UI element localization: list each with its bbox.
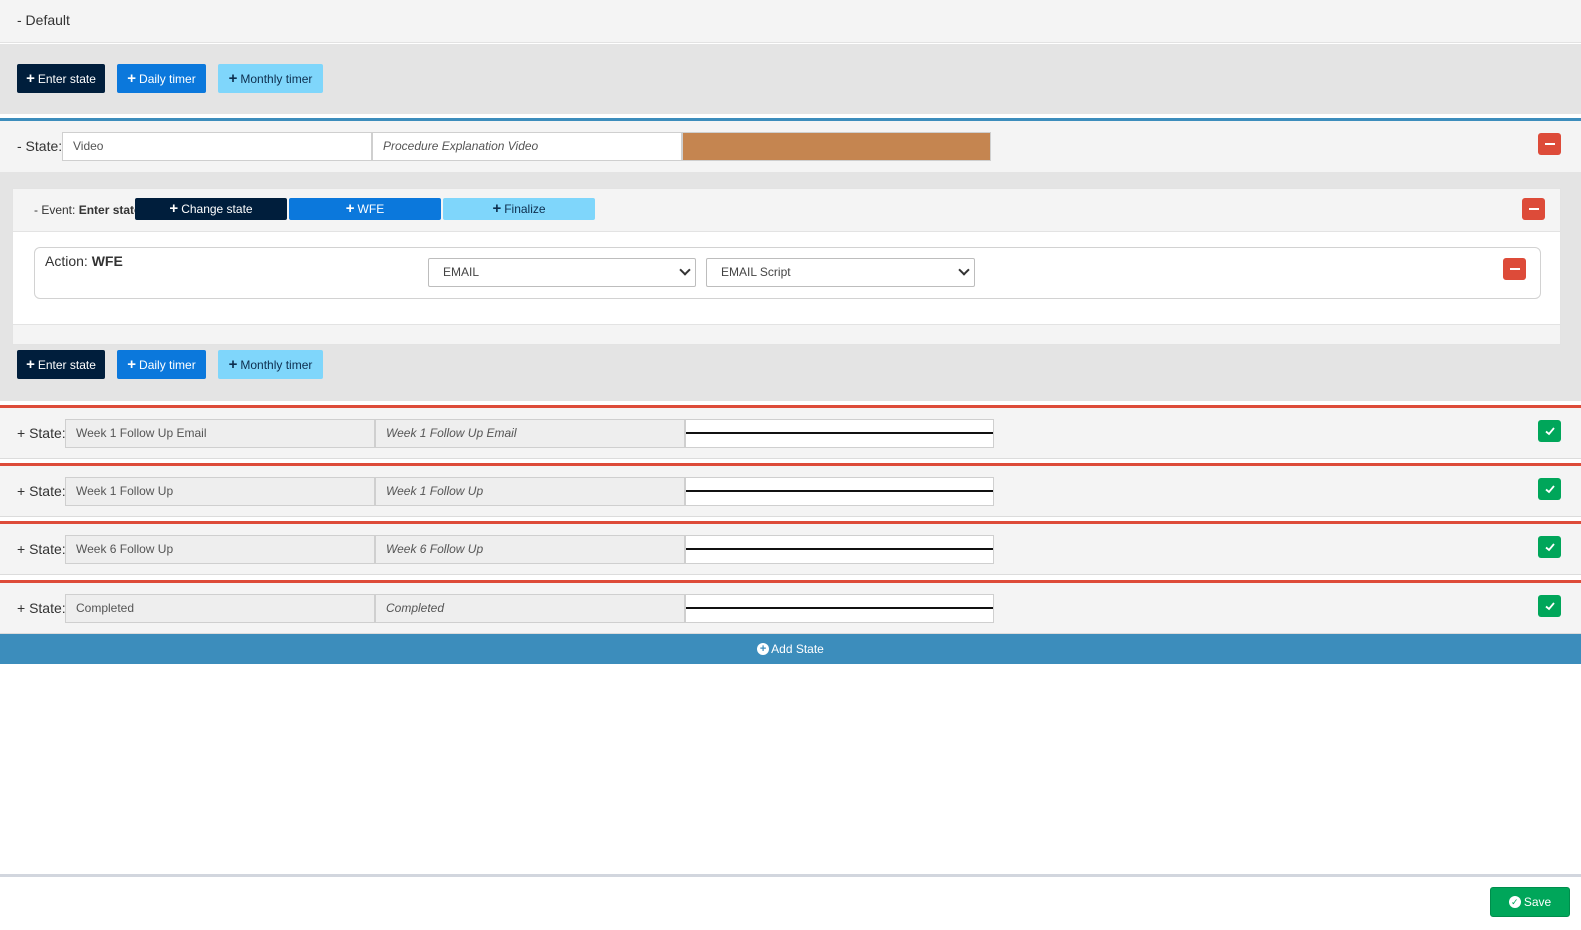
channel-select[interactable]: EMAIL (428, 258, 696, 287)
state-name-input[interactable]: Week 1 Follow Up Email (65, 419, 375, 448)
minus-icon (1509, 268, 1520, 271)
footer-divider (0, 874, 1581, 877)
plus-icon: + (169, 200, 179, 217)
chevron-down-icon (679, 264, 691, 276)
state-description-input[interactable]: Week 1 Follow Up Email (375, 419, 685, 448)
confirm-state-button[interactable] (1538, 536, 1561, 558)
state-row-video: - State: Video Procedure Explanation Vid… (0, 118, 1581, 172)
event-header: - Event: Enter state + Change state + WFE … (13, 189, 1560, 232)
state-row-week1: + State: Week 1 Follow Up Week 1 Follow … (0, 463, 1581, 517)
state-monthly-timer-button[interactable]: + Monthly timer (218, 350, 323, 379)
state-toggle[interactable]: + State: (17, 425, 66, 441)
state-color-picker[interactable] (685, 419, 994, 448)
default-section-header[interactable]: - Default (0, 0, 1581, 43)
confirm-state-button[interactable] (1538, 595, 1561, 617)
event-toggle[interactable]: - Event: Enter state (34, 203, 141, 217)
event-panel: - Event: Enter state + Change state + WFE … (12, 188, 1561, 345)
plus-circle-icon: + (757, 642, 770, 655)
state-daily-timer-button[interactable]: + Daily timer (117, 350, 206, 379)
add-state-button[interactable]: + Add State (0, 634, 1581, 664)
default-trigger-bar: + Enter state + Daily timer + Monthly timer (0, 44, 1581, 114)
state-description-input[interactable]: Week 6 Follow Up (375, 535, 685, 564)
confirm-state-button[interactable] (1538, 478, 1561, 500)
default-enter-state-button[interactable]: + Enter state (17, 64, 105, 93)
plus-icon: + (345, 200, 355, 217)
state-color-picker[interactable] (685, 477, 994, 506)
check-icon (1544, 543, 1555, 552)
action-label: Action: WFE (45, 253, 123, 269)
state-toggle[interactable]: + State: (17, 600, 66, 616)
finalize-button[interactable]: + Finalize (443, 198, 595, 220)
minus-icon (1544, 143, 1555, 146)
event-name: Enter state (78, 203, 141, 217)
state-name-input[interactable]: Video (62, 132, 372, 161)
state-row-completed: + State: Completed Completed (0, 580, 1581, 634)
check-icon (1544, 427, 1555, 436)
default-daily-timer-button[interactable]: + Daily timer (117, 64, 206, 93)
default-monthly-timer-button[interactable]: + Monthly timer (218, 64, 323, 93)
state-row-week6: + State: Week 6 Follow Up Week 6 Follow … (0, 521, 1581, 575)
state-toggle[interactable]: + State: (17, 541, 66, 557)
remove-action-button[interactable] (1503, 258, 1526, 280)
plus-icon: + (492, 200, 502, 217)
save-button[interactable]: ✓ Save (1490, 887, 1570, 917)
default-section-label: - Default (17, 12, 70, 28)
plus-icon: + (26, 356, 35, 373)
event-body: Action: WFE EMAIL EMAIL Script (13, 232, 1560, 325)
state-toggle[interactable]: - State: (17, 138, 62, 154)
wfe-button[interactable]: + WFE (289, 198, 441, 220)
script-select[interactable]: EMAIL Script (706, 258, 975, 287)
state-enter-state-button[interactable]: + Enter state (17, 350, 105, 379)
check-icon (1544, 602, 1555, 611)
action-box: Action: WFE EMAIL EMAIL Script (34, 247, 1541, 299)
confirm-state-button[interactable] (1538, 420, 1561, 442)
plus-icon: + (228, 356, 238, 373)
state-name-input[interactable]: Week 1 Follow Up (65, 477, 375, 506)
plus-icon: + (127, 356, 137, 373)
state-row-week1-email: + State: Week 1 Follow Up Email Week 1 F… (0, 405, 1581, 459)
state-name-input[interactable]: Week 6 Follow Up (65, 535, 375, 564)
state-color-picker[interactable] (685, 535, 994, 564)
chevron-down-icon (958, 264, 970, 276)
state-color-picker[interactable] (682, 132, 991, 161)
state-description-input[interactable]: Procedure Explanation Video (372, 132, 682, 161)
minus-icon (1528, 208, 1539, 211)
plus-icon: + (127, 70, 137, 87)
remove-event-button[interactable] (1522, 198, 1545, 220)
plus-icon: + (228, 70, 238, 87)
state-toggle[interactable]: + State: (17, 483, 66, 499)
state-description-input[interactable]: Week 1 Follow Up (375, 477, 685, 506)
check-circle-icon: ✓ (1508, 895, 1521, 908)
state-description-input[interactable]: Completed (375, 594, 685, 623)
action-name: WFE (91, 253, 123, 269)
state-name-input[interactable]: Completed (65, 594, 375, 623)
check-icon (1544, 485, 1555, 494)
plus-icon: + (26, 70, 35, 87)
change-state-button[interactable]: + Change state (135, 198, 287, 220)
state-color-picker[interactable] (685, 594, 994, 623)
remove-state-button[interactable] (1538, 133, 1561, 155)
